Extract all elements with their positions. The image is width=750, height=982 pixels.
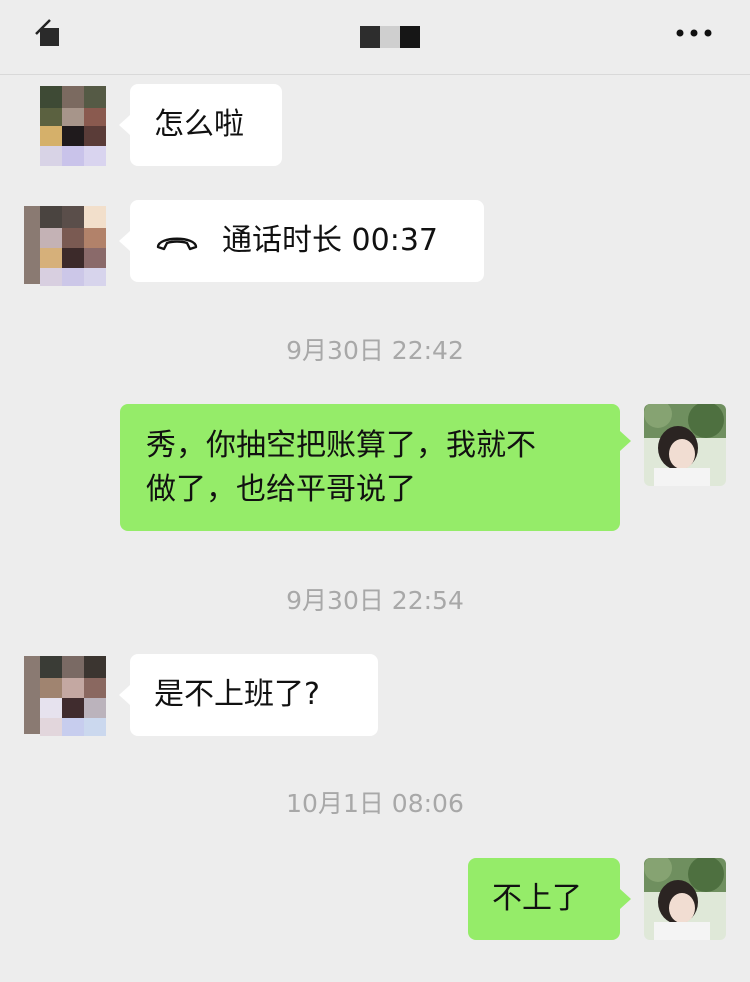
- bubble-tail: [119, 231, 130, 251]
- more-dots-icon: [676, 29, 712, 37]
- message-text: 是不上班了?: [154, 677, 320, 712]
- contact-avatar[interactable]: [24, 84, 106, 166]
- incoming-message[interactable]: 怎么啦: [130, 84, 282, 166]
- bubble-tail: [119, 115, 130, 135]
- message-text: 不上了: [492, 881, 582, 916]
- incoming-message[interactable]: 是不上班了?: [130, 654, 378, 736]
- more-options-button[interactable]: [670, 18, 720, 48]
- bubble-tail: [620, 889, 631, 909]
- my-avatar[interactable]: [644, 404, 726, 486]
- phone-hangup-icon: [156, 237, 198, 251]
- my-avatar[interactable]: [644, 858, 726, 940]
- back-button[interactable]: [30, 14, 70, 54]
- outgoing-message[interactable]: 秀，你抽空把账算了，我就不 做了，也给平哥说了: [120, 404, 620, 531]
- contact-avatar[interactable]: [24, 654, 106, 736]
- message-text-line: 做了，也给平哥说了: [146, 472, 416, 507]
- timestamp: 9月30日 22:54: [286, 586, 464, 615]
- bubble-tail: [620, 431, 631, 451]
- contact-avatar[interactable]: [24, 204, 106, 286]
- message-text-line: 秀，你抽空把账算了，我就不: [146, 428, 536, 463]
- back-arrow-icon: [35, 19, 59, 46]
- bubble-tail: [119, 685, 130, 705]
- message-text: 怎么啦: [154, 107, 244, 142]
- outgoing-message[interactable]: 不上了: [468, 858, 620, 940]
- chat-header: [0, 0, 750, 75]
- call-record-message[interactable]: 通话时长 00:37: [130, 200, 484, 282]
- chat-title-obscured: [360, 26, 420, 48]
- timestamp: 9月30日 22:42: [286, 336, 464, 365]
- call-duration-text: 通话时长 00:37: [222, 223, 438, 258]
- timestamp: 10月1日 08:06: [286, 789, 464, 818]
